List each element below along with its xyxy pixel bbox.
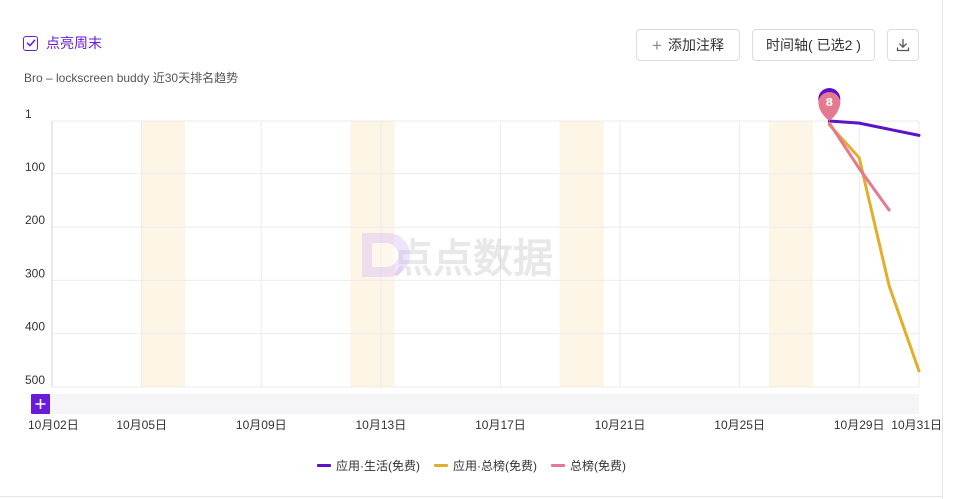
legend-label: 总榜(免费) <box>570 459 626 473</box>
legend-item[interactable]: 总榜(免费) <box>551 457 626 474</box>
y-tick-label: 500 <box>25 373 45 387</box>
x-tick-label: 10月31日 <box>891 418 942 432</box>
y-tick-label: 1 <box>25 107 32 121</box>
x-tick-label: 10月17日 <box>475 418 526 432</box>
range-slider-track <box>31 394 919 414</box>
x-tick-label: 10月25日 <box>714 418 765 432</box>
x-tick-label: 10月29日 <box>834 418 885 432</box>
watermark-logo <box>362 233 410 277</box>
legend-swatch <box>317 464 331 467</box>
x-tick-label: 10月09日 <box>236 418 287 432</box>
legend-label: 应用·生活(免费) <box>336 459 420 473</box>
x-tick-label: 10月02日 <box>28 418 79 432</box>
x-tick-label: 10月05日 <box>116 418 167 432</box>
ranking-chart: 点点数据 1 100 200 300 400 500 10月02日 10月05日 10月09日… <box>25 88 942 432</box>
y-tick-label: 400 <box>25 320 45 334</box>
legend-label: 应用·总榜(免费) <box>453 459 537 473</box>
series-line <box>827 119 921 137</box>
y-tick-label: 100 <box>25 160 45 174</box>
legend-swatch <box>551 464 565 467</box>
weekend-band <box>769 121 814 387</box>
x-tick-label: 10月21日 <box>595 418 646 432</box>
legend-item[interactable]: 应用·生活(免费) <box>317 457 420 474</box>
weekend-band <box>141 121 186 387</box>
marker-label: 8 <box>825 96 833 109</box>
chart-legend: 应用·生活(免费) 应用·总榜(免费) 总榜(免费) <box>0 457 943 474</box>
weekend-band <box>559 121 604 387</box>
legend-item[interactable]: 应用·总榜(免费) <box>434 457 537 474</box>
legend-swatch <box>434 464 448 467</box>
watermark-text: 点点数据 <box>393 236 553 282</box>
x-tick-label: 10月13日 <box>356 418 407 432</box>
y-tick-label: 200 <box>25 213 45 227</box>
y-tick-label: 300 <box>25 266 45 280</box>
